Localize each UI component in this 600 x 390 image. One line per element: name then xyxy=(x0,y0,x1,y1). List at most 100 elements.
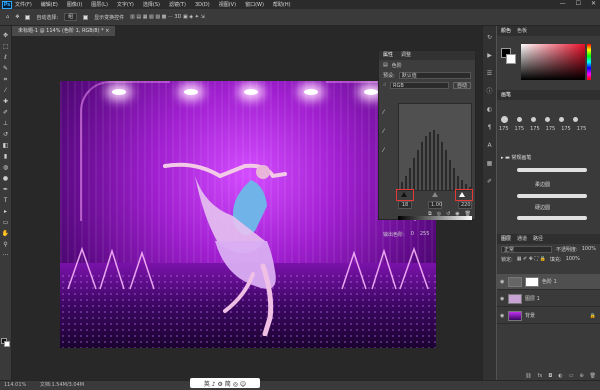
stamp-tool-icon[interactable]: ⊥ xyxy=(2,120,10,128)
gradient-tool-icon[interactable]: ▮ xyxy=(2,153,10,161)
move-tool-icon[interactable]: ✥ xyxy=(15,14,19,20)
auto-select-target-dropdown[interactable]: 组 xyxy=(64,13,78,21)
auto-select-checkbox[interactable] xyxy=(25,14,31,20)
brush-stroke-preview[interactable] xyxy=(517,168,587,172)
hue-slider[interactable] xyxy=(587,44,591,80)
crop-tool-icon[interactable]: ⌗ xyxy=(2,76,10,84)
blend-mode-dropdown[interactable]: 正常 xyxy=(501,245,553,253)
new-group-icon[interactable]: ▭ xyxy=(569,373,574,379)
shape-tool-icon[interactable]: ▭ xyxy=(2,219,10,227)
tab-properties[interactable]: 属性 xyxy=(383,51,393,60)
eraser-tool-icon[interactable]: ◧ xyxy=(2,142,10,150)
brush-preset[interactable] xyxy=(573,117,578,122)
history-icon[interactable]: ↻ xyxy=(486,34,494,42)
blur-tool-icon[interactable]: ◍ xyxy=(2,164,10,172)
layer-mask-thumbnail[interactable] xyxy=(525,276,539,287)
move-tool-icon[interactable]: ✥ xyxy=(2,32,10,40)
more-tools-icon[interactable]: ··· xyxy=(2,252,10,260)
output-white-field[interactable]: 255 xyxy=(420,231,430,238)
eye-icon[interactable]: ◉ xyxy=(500,279,505,285)
menu-filter[interactable]: 滤镜(T) xyxy=(169,1,186,8)
dodge-tool-icon[interactable]: ● xyxy=(2,175,10,183)
path-select-tool-icon[interactable]: ▸ xyxy=(2,208,10,216)
link-icon[interactable]: ⛓ xyxy=(525,373,531,379)
quick-select-tool-icon[interactable]: ✎ xyxy=(2,65,10,73)
input-white-field[interactable]: 220 xyxy=(458,201,472,209)
actions-icon[interactable]: ▶ xyxy=(486,52,494,60)
tab-adjustments[interactable]: 调整 xyxy=(401,51,411,60)
tab-paths[interactable]: 路径 xyxy=(533,234,543,244)
channel-dropdown[interactable]: RGB xyxy=(390,81,449,89)
tab-color[interactable]: 颜色 xyxy=(501,26,511,36)
fx-icon[interactable]: fx xyxy=(538,373,543,379)
menu-view[interactable]: 视图(V) xyxy=(219,1,236,8)
menu-window[interactable]: 窗口(W) xyxy=(245,1,264,8)
menu-file[interactable]: 文件(F) xyxy=(15,1,32,8)
add-mask-icon[interactable]: ◘ xyxy=(548,373,552,379)
background-color-swatch[interactable] xyxy=(4,341,10,347)
white-eyedropper-icon[interactable]: ⁄ xyxy=(383,147,384,154)
brush-settings-icon[interactable]: ✐ xyxy=(486,178,494,186)
background-swatch[interactable] xyxy=(506,54,516,64)
brush-preset[interactable] xyxy=(517,117,522,122)
delete-layer-icon[interactable]: 🗑 xyxy=(590,373,596,379)
layer-row[interactable]: ◉ 图层 1 xyxy=(497,291,600,307)
marquee-tool-icon[interactable]: ⬚ xyxy=(2,43,10,51)
align-icons[interactable]: ▥ ▤ ▦ ▧ ▨ ▩ ··· 3D ▣ ◈ ✦ ⇲ xyxy=(130,14,205,20)
layer-row[interactable]: ◉ 背景 🔒 xyxy=(497,308,600,324)
trash-icon[interactable]: 🗑 xyxy=(465,211,471,217)
close-button[interactable]: ✕ xyxy=(591,0,596,7)
brush-stroke-preview[interactable] xyxy=(517,194,587,198)
menu-help[interactable]: 帮助(H) xyxy=(273,1,291,8)
zoom-level[interactable]: 114.01% xyxy=(4,382,26,388)
tab-swatches[interactable]: 色板 xyxy=(517,26,527,36)
input-gamma-field[interactable]: 1.00 xyxy=(428,201,442,209)
menu-image[interactable]: 图像(I) xyxy=(67,1,82,8)
brush-stroke-preview[interactable] xyxy=(517,216,587,220)
menu-3d[interactable]: 3D(D) xyxy=(195,2,210,8)
view-previous-icon[interactable]: ◎ xyxy=(437,211,441,217)
gray-eyedropper-icon[interactable]: ⁄ xyxy=(383,128,384,135)
reset-icon[interactable]: ↺ xyxy=(446,211,450,217)
menu-edit[interactable]: 编辑(E) xyxy=(41,1,58,8)
lock-icons[interactable]: ▦ ✐ ✥ ⛶ 🔒 xyxy=(517,256,546,262)
minimize-button[interactable]: — xyxy=(560,0,566,7)
show-transform-checkbox[interactable] xyxy=(83,14,89,20)
maximize-button[interactable]: ☐ xyxy=(576,0,581,7)
brush-preset[interactable] xyxy=(531,117,536,122)
layer-row[interactable]: ◉ 色阶 1 xyxy=(497,274,600,290)
eyedropper-tool-icon[interactable]: ⁄ xyxy=(2,87,10,95)
target-hand-icon[interactable]: ☝ xyxy=(383,82,386,88)
eye-icon[interactable]: ◉ xyxy=(500,313,505,319)
home-icon[interactable]: ⌂ xyxy=(6,14,9,20)
fill-value[interactable]: 100% xyxy=(566,256,580,262)
brush-tool-icon[interactable]: ✐ xyxy=(2,109,10,117)
character-icon[interactable]: A xyxy=(486,142,494,150)
paragraph-icon[interactable]: ¶ xyxy=(486,124,494,132)
opacity-value[interactable]: 100% xyxy=(582,246,596,252)
menu-layer[interactable]: 图层(L) xyxy=(91,1,108,8)
properties-icon[interactable]: ☰ xyxy=(486,70,494,78)
menu-select[interactable]: 选择(S) xyxy=(143,1,160,8)
color-picker-field[interactable] xyxy=(521,44,585,80)
history-brush-icon[interactable]: ↺ xyxy=(2,131,10,139)
visibility-icon[interactable]: ◉ xyxy=(455,211,459,217)
brush-preset[interactable] xyxy=(501,116,508,123)
lasso-tool-icon[interactable]: ℓ xyxy=(2,54,10,62)
info-icon[interactable]: ⓘ xyxy=(486,88,494,96)
black-eyedropper-icon[interactable]: ⁄ xyxy=(383,109,384,116)
eye-icon[interactable]: ◉ xyxy=(500,296,505,302)
healing-tool-icon[interactable]: ✚ xyxy=(2,98,10,106)
tab-brushes[interactable]: 画笔 xyxy=(501,90,511,100)
adjustments-icon[interactable]: ◐ xyxy=(486,106,494,114)
hand-tool-icon[interactable]: ✋ xyxy=(2,230,10,238)
tab-layers[interactable]: 图层 xyxy=(501,234,511,244)
adjustment-layer-icon[interactable]: ◐ xyxy=(558,373,562,379)
auto-button[interactable]: 自动 xyxy=(452,81,471,89)
input-black-field[interactable]: 18 xyxy=(398,201,412,209)
pen-tool-icon[interactable]: ✒ xyxy=(2,186,10,194)
brush-preset[interactable] xyxy=(545,117,550,122)
ime-toolbar[interactable]: 英 ♪ ⚙ 简 ◎ ☺ xyxy=(190,378,260,388)
new-layer-icon[interactable]: ⊕ xyxy=(579,373,583,379)
brush-preset[interactable] xyxy=(559,117,564,122)
